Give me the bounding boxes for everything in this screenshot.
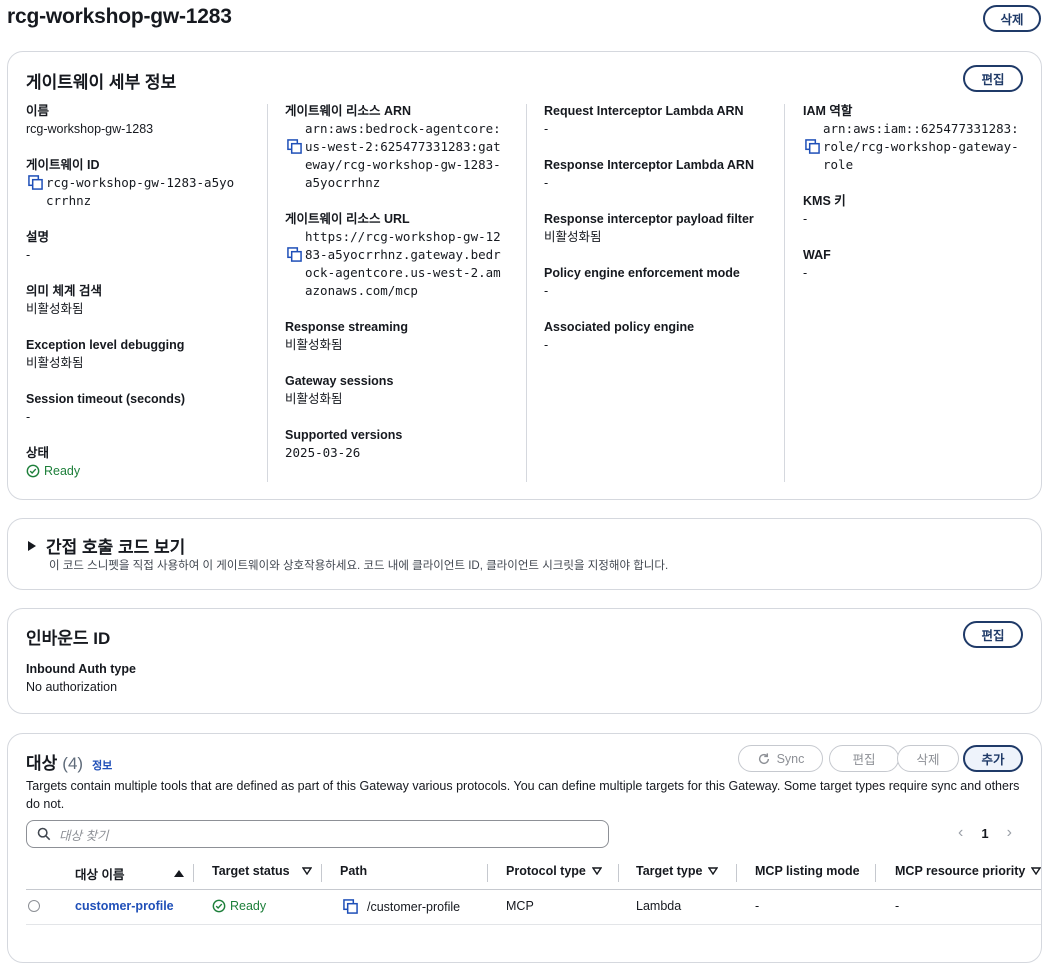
caret-right-icon — [28, 540, 36, 551]
payload-filter-field: Response interceptor payload filter 비활성화… — [544, 212, 754, 244]
sort-icon — [1031, 867, 1042, 875]
description-field: 설명 - — [26, 230, 50, 262]
response-streaming-field: Response streaming 비활성화됨 — [285, 320, 408, 352]
target-priority-cell: - — [895, 899, 900, 913]
policy-engine-field: Associated policy engine - — [544, 320, 695, 352]
column-header-protocol[interactable]: Protocol type — [506, 864, 602, 878]
table-row-divider — [26, 924, 1041, 925]
delete-target-button[interactable]: 삭제 — [897, 745, 959, 772]
targets-header: 대상 (4) 정보 — [26, 754, 113, 773]
delete-gateway-button[interactable]: 삭제 — [983, 5, 1041, 32]
check-circle-icon — [26, 464, 40, 478]
inbound-title: 인바운드 ID — [26, 629, 111, 648]
gateway-id-field: 게이트웨이 ID rcg-workshop-gw-1283-a5yo crrhn… — [26, 158, 235, 208]
status-badge: Ready — [26, 462, 271, 480]
gateway-url-field: 게이트웨이 리소스 URL https://rcg-workshop-gw-12… — [285, 212, 501, 298]
supported-versions-field: Supported versions 2025-03-26 — [285, 428, 403, 460]
target-name-link[interactable]: customer-profile — [75, 899, 174, 913]
gateway-sessions-field: Gateway sessions 비활성화됨 — [285, 374, 394, 406]
page-number[interactable]: 1 — [981, 826, 988, 841]
targets-panel: 대상 (4) 정보 Sync 편집 삭제 추가 Targets contain … — [7, 733, 1042, 963]
semantic-search-field: 의미 체계 검색 비활성화됨 — [26, 284, 102, 316]
invocation-code-panel: 간접 호출 코드 보기 이 코드 스니펫을 직접 사용하여 이 게이트웨이와 상… — [7, 518, 1042, 590]
edit-target-button[interactable]: 편집 — [829, 745, 899, 772]
targets-description: Targets contain multiple tools that are … — [26, 779, 1020, 811]
target-path-cell: /customer-profile — [343, 899, 460, 914]
sort-icon — [708, 867, 719, 875]
page-title: rcg-workshop-gw-1283 — [7, 5, 232, 28]
target-protocol-cell: MCP — [506, 899, 534, 913]
copy-icon[interactable] — [287, 139, 302, 154]
name-field: 이름 rcg-workshop-gw-1283 — [26, 104, 154, 136]
column-header-name[interactable]: 대상 이름 — [75, 864, 185, 883]
inbound-auth-value: No authorization — [26, 680, 118, 694]
gateway-arn-field: 게이트웨이 리소스 ARN arn:aws:bedrock-agentcore:… — [285, 104, 501, 190]
target-status-badge: Ready — [212, 899, 266, 913]
info-link[interactable]: 정보 — [92, 757, 112, 773]
copy-icon[interactable] — [28, 175, 43, 190]
sort-ascending-icon — [174, 870, 185, 877]
inbound-identity-panel: 인바운드 ID 편집 Inbound Auth type No authoriz… — [7, 608, 1042, 714]
session-timeout-field: Session timeout (seconds) - — [26, 392, 186, 424]
chevron-left-icon[interactable]: ‹ — [958, 824, 963, 842]
column-header-resource-priority[interactable]: MCP resource priority — [895, 864, 1042, 878]
copy-icon[interactable] — [805, 139, 820, 154]
sort-icon — [591, 867, 602, 875]
table-header-divider — [26, 889, 1041, 890]
kms-key-field: KMS 키 - — [803, 194, 846, 226]
column-header-status[interactable]: Target status — [212, 864, 312, 878]
row-radio[interactable] — [28, 900, 40, 912]
search-icon — [37, 827, 51, 841]
refresh-icon — [758, 752, 769, 764]
waf-field: WAF - — [803, 248, 831, 280]
details-title: 게이트웨이 세부 정보 — [26, 73, 177, 92]
inbound-auth-label: Inbound Auth type — [26, 662, 136, 676]
copy-icon[interactable] — [287, 247, 302, 262]
target-search-input[interactable]: 대상 찾기 — [26, 820, 609, 848]
status-field: 상태 Ready — [26, 444, 271, 480]
check-circle-icon — [212, 899, 226, 913]
column-header-path: Path — [340, 864, 368, 878]
sync-button[interactable]: Sync — [738, 745, 823, 772]
edit-inbound-button[interactable]: 편집 — [963, 621, 1023, 648]
sort-icon — [301, 867, 312, 875]
invocation-code-expander[interactable]: 간접 호출 코드 보기 — [28, 533, 185, 558]
edit-details-button[interactable]: 편집 — [963, 65, 1023, 92]
target-listing-cell: - — [755, 899, 760, 913]
column-header-target-type[interactable]: Target type — [636, 864, 719, 878]
response-interceptor-field: Response Interceptor Lambda ARN - — [544, 158, 754, 190]
exception-debugging-field: Exception level debugging 비활성화됨 — [26, 338, 185, 370]
add-target-button[interactable]: 추가 — [963, 745, 1023, 772]
target-type-cell: Lambda — [636, 899, 682, 913]
column-header-listing-mode: MCP listing mode — [755, 864, 860, 878]
chevron-right-icon[interactable]: › — [1007, 824, 1012, 842]
invocation-code-description: 이 코드 스니펫을 직접 사용하여 이 게이트웨이와 상호작용하세요. 코드 내… — [49, 560, 669, 572]
gateway-details-panel: 게이트웨이 세부 정보 편집 이름 rcg-workshop-gw-1283 게… — [7, 51, 1042, 500]
pagination: ‹ 1 › — [958, 824, 1012, 842]
copy-icon[interactable] — [343, 899, 358, 914]
iam-role-field: IAM 역할 arn:aws:iam::625477331283: role/r… — [803, 104, 1019, 172]
request-interceptor-field: Request Interceptor Lambda ARN - — [544, 104, 744, 136]
policy-enforcement-field: Policy engine enforcement mode - — [544, 266, 740, 298]
